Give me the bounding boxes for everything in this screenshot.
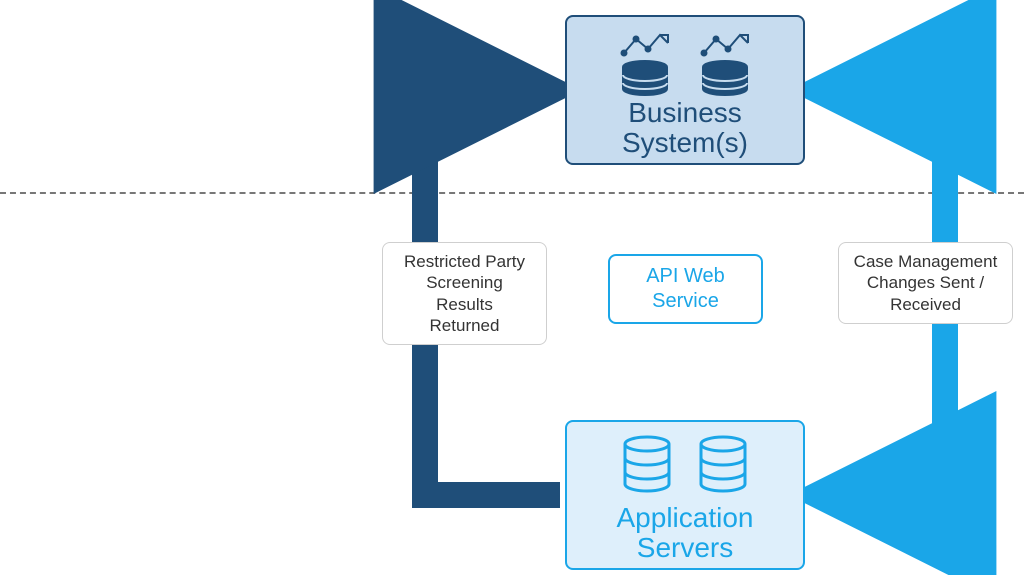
note-screening-results: Restricted PartyScreeningResultsReturned	[382, 242, 547, 345]
database-chart-icon	[614, 29, 676, 99]
business-systems-icons	[567, 29, 803, 99]
business-systems-node: BusinessSystem(s)	[565, 15, 805, 165]
note-api-web-service: API WebService	[608, 254, 763, 324]
note-case-management: Case ManagementChanges Sent /Received	[838, 242, 1013, 324]
application-servers-icons	[567, 434, 803, 498]
application-servers-node: ApplicationServers	[565, 420, 805, 570]
database-icon	[694, 434, 752, 498]
business-systems-label: BusinessSystem(s)	[567, 98, 803, 157]
database-chart-icon	[694, 29, 756, 99]
application-servers-label: ApplicationServers	[567, 503, 803, 562]
database-icon	[618, 434, 676, 498]
